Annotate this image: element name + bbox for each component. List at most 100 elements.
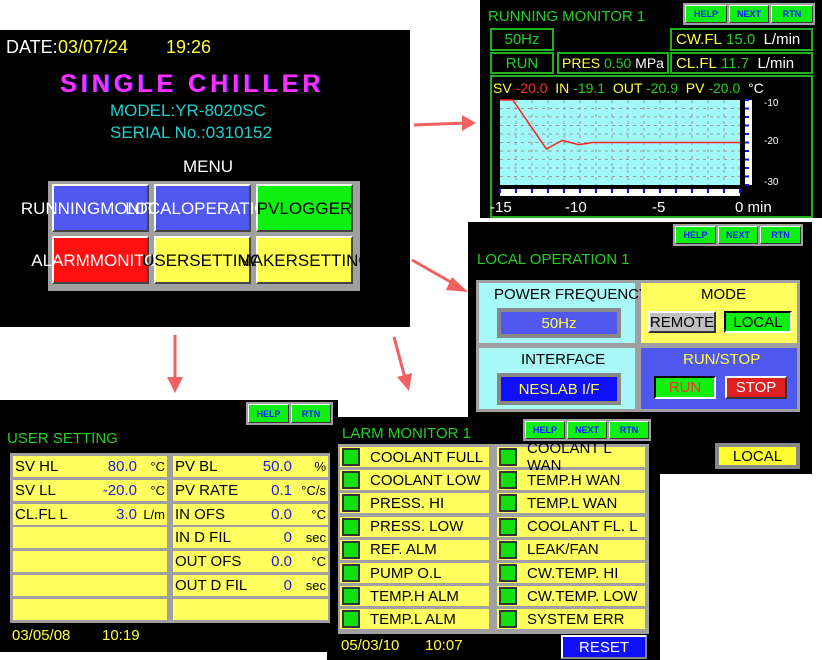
model: MODEL:YR-8020SC (110, 101, 266, 120)
x-axis-bar (500, 189, 740, 196)
interface-label: INTERFACE (521, 351, 606, 368)
setting-value[interactable]: 0.1 (271, 482, 292, 499)
empty-setting-row (13, 551, 167, 573)
alarm-status-lamp-icon (342, 564, 360, 582)
rtn-button[interactable]: RTN (609, 421, 649, 439)
alarm-item: COOLANT FULL (340, 447, 489, 467)
alarm-monitor-screen: LARM MONITOR 1 HELP NEXT RTN COOLANT FULL C… (327, 417, 660, 660)
setting-row[interactable]: OUT D FIL 0 sec (173, 575, 328, 596)
setting-value[interactable]: 3.0 (116, 506, 137, 523)
help-button[interactable]: HELP (525, 421, 565, 439)
alarm-item: PRESS. HI (340, 493, 489, 514)
remote-button[interactable]: REMOTE (648, 311, 716, 333)
setting-label: PV RATE (175, 481, 239, 499)
arrow-to-running-monitor (413, 115, 476, 131)
alarm-status-lamp-icon (342, 494, 360, 513)
interface-section: INTERFACE NESLAB I/F (479, 348, 635, 409)
run-stop-label: RUN/STOP (683, 351, 761, 368)
setting-label: IN D FIL (175, 529, 231, 547)
alarm-item: TEMP.L WAN (497, 493, 645, 514)
setting-unit: °C (311, 506, 326, 522)
menu-button-user-setting[interactable]: USER SETTING (142, 236, 263, 284)
run-stop-section: RUN/STOP RUN STOP (641, 348, 797, 409)
alarm-status-lamp-icon (342, 471, 360, 490)
setting-label: IN OFS (175, 505, 226, 523)
power-frequency-label: POWER FREQUENCY (494, 286, 650, 303)
setting-value[interactable]: 0.0 (271, 506, 292, 523)
alarm-status-lamp-icon (499, 471, 517, 490)
alarm-item: REF. ALM (340, 539, 489, 560)
setting-row[interactable]: IN D FIL 0 sec (173, 527, 328, 549)
next-button[interactable]: NEXT (567, 421, 607, 439)
date-label: DATE: (6, 37, 58, 57)
setting-unit: °C (150, 459, 165, 474)
main-menu-screen: DATE: 03/07/24 19:26 SINGLE CHILLER MODE… (0, 30, 410, 327)
empty-setting-row (13, 575, 167, 596)
setting-value[interactable]: -20.0 (103, 482, 137, 499)
alarm-item: COOLANT FL. L (497, 516, 645, 537)
empty-setting-row (13, 527, 167, 549)
help-button[interactable]: HELP (675, 226, 716, 244)
rtn-button[interactable]: RTN (760, 226, 801, 244)
menu-button-local-operation[interactable]: LOCAL OPERATION (125, 184, 280, 232)
y-tick--20: -20 (764, 136, 779, 147)
setting-label: OUT OFS (175, 553, 242, 571)
stop-button[interactable]: STOP (725, 376, 787, 399)
setting-value[interactable]: 80.0 (108, 458, 137, 475)
power-frequency-button[interactable]: 50Hz (497, 308, 621, 338)
setting-row[interactable]: PV BL 50.0% (173, 456, 328, 477)
arrow-to-local-operation (411, 258, 468, 292)
x-tick-0: 0 min (735, 199, 772, 216)
arrow-to-alarm-monitor (392, 336, 412, 391)
setting-row[interactable]: SV LL -20.0 °C (13, 479, 167, 501)
menu-label: MENU (183, 157, 234, 176)
alarm-item: PUMP O.L (340, 563, 489, 583)
x-tick--15: -15 (490, 199, 512, 216)
setting-unit: °C/s (301, 482, 326, 498)
alarm-item: TEMP.H ALM (340, 586, 489, 607)
menu-button-alarm-monitor[interactable]: ALARM MONITOR (31, 236, 170, 284)
power-frequency-section: POWER FREQUENCY 50Hz (479, 283, 649, 343)
next-button[interactable]: NEXT (718, 226, 758, 244)
help-button[interactable]: HELP (248, 404, 289, 423)
setting-value[interactable]: 50.0 (263, 458, 292, 475)
alarm-item: TEMP.H WAN (497, 470, 645, 491)
setting-unit: L/m (143, 506, 165, 522)
alarm-status-lamp-icon (499, 540, 517, 559)
empty-setting-row (173, 598, 328, 620)
setting-row[interactable]: IN OFS 0.0 °C (173, 503, 328, 525)
setting-value[interactable]: 0 (284, 577, 292, 594)
alarm-status-lamp-icon (342, 448, 360, 466)
menu-button-pv-logger[interactable]: PV LOGGER (256, 184, 353, 232)
alarm-status-lamp-icon (499, 448, 517, 466)
x-tick--5: -5 (652, 199, 666, 216)
reset-button[interactable]: RESET (561, 635, 647, 659)
run-button[interactable]: RUN (654, 376, 716, 399)
x-tick--10: -10 (565, 199, 587, 216)
user-setting-screen: HELP RTN USER SETTING SV HL 80.0 °C SV LL -20… (0, 400, 338, 652)
setting-row[interactable]: SV HL 80.0 °C (13, 456, 167, 477)
local-button[interactable]: LOCAL (724, 311, 792, 333)
setting-row[interactable]: CL.FL L 3.0 L/m (13, 503, 167, 525)
setting-value[interactable]: 0 (284, 529, 292, 546)
alarm-item: LEAK/FAN (497, 539, 645, 560)
setting-row[interactable]: OUT OFS 0.0 °C (173, 551, 328, 573)
date: 03/07/24 (58, 37, 129, 57)
alarm-status-lamp-icon (499, 564, 517, 582)
running-monitor-screen: RUNNING MONITOR 1 HELP NEXT RTN 50Hz CW.FL… (480, 0, 822, 218)
setting-row[interactable]: PV RATE 0.1 °C/s (173, 479, 328, 501)
alarm-item: COOLANT LOW (340, 470, 489, 491)
alarm-status-lamp-icon (499, 610, 517, 629)
rtn-button[interactable]: RTN (291, 404, 331, 423)
menu-button-maker-setting[interactable]: MAKER SETTING (237, 236, 372, 284)
setting-unit: °C (150, 482, 165, 498)
setting-unit: °C (311, 554, 326, 570)
date: 03/05/08 (12, 627, 71, 644)
alarm-status-lamp-icon (499, 517, 517, 536)
alarm-item: CW.TEMP. LOW (497, 586, 645, 607)
arrow-to-user-setting (167, 335, 183, 393)
alarm-item: COOLANT L WAN (497, 440, 645, 474)
interface-button[interactable]: NESLAB I/F (497, 373, 621, 405)
setting-value[interactable]: 0.0 (271, 553, 292, 570)
screen-title: LOCAL OPERATION 1 (477, 251, 630, 268)
